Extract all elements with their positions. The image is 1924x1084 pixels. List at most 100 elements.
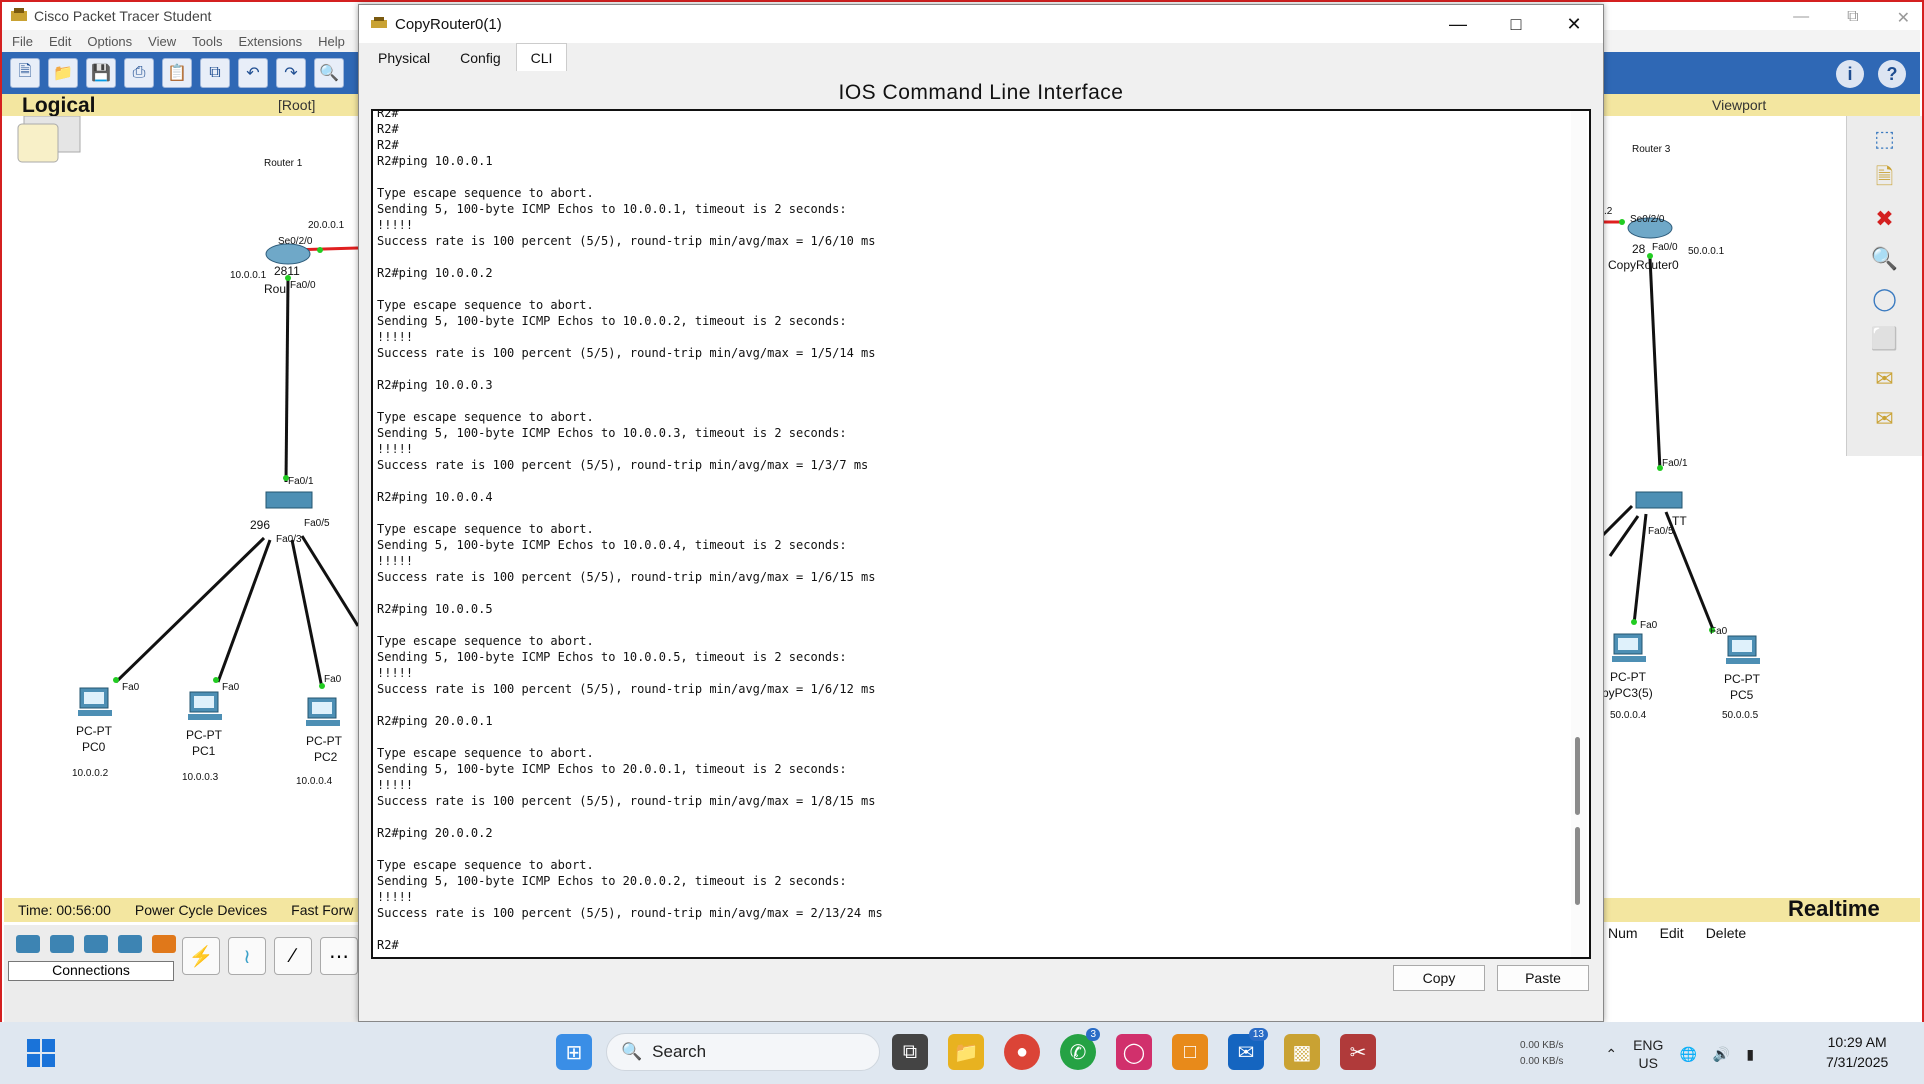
root-label[interactable]: [Root] (278, 97, 315, 113)
dialog-maximize-icon[interactable]: □ (1487, 5, 1545, 43)
power-cycle-button[interactable]: Power Cycle Devices (135, 902, 267, 918)
topology-canvas-left[interactable]: Router 1 Se0/2/0 20.0.0.1 10.0.0.1 2811 … (2, 116, 362, 881)
copy-button[interactable]: Copy (1393, 965, 1485, 991)
sim-time: Time: 00:56:00 (18, 902, 111, 918)
language-indicator[interactable]: ENG US (1633, 1036, 1663, 1072)
task-view-icon[interactable]: ⧉ (892, 1034, 928, 1070)
app-restore-icon[interactable]: ⧉ (1847, 8, 1858, 28)
terminal-output: R2# R2# R2# R2#ping 10.0.0.1 Type escape se… (377, 111, 883, 953)
activity-wizard-icon[interactable]: 📋 (162, 58, 192, 88)
delete-tool-icon[interactable]: ✖ (1865, 202, 1905, 236)
help-icon[interactable]: ? (1878, 60, 1906, 88)
auto-connection-icon[interactable]: ⚡ (182, 937, 220, 975)
menu-view[interactable]: View (148, 34, 176, 49)
redo-icon[interactable]: ↷ (276, 58, 306, 88)
terminal-line: R2# (377, 138, 399, 152)
routers-category-icon[interactable] (16, 935, 40, 953)
select-tool-icon[interactable]: ⬚ (1865, 122, 1905, 156)
tab-physical[interactable]: Physical (363, 43, 445, 71)
terminal-scroll-thumb-lower[interactable] (1575, 827, 1580, 905)
packet-tracer-task-icon[interactable]: ▩ (1284, 1034, 1320, 1070)
undo-icon[interactable]: ↶ (238, 58, 268, 88)
globe-icon[interactable]: 🌐 (1679, 1046, 1696, 1063)
dialog-minimize-icon[interactable]: — (1429, 5, 1487, 43)
draw-shape-icon[interactable]: ◯ (1865, 282, 1905, 316)
copy-icon[interactable]: ⧉ (200, 58, 230, 88)
add-complex-pdu-icon[interactable]: ✉ (1865, 402, 1905, 436)
straight-cable-icon[interactable]: ∕ (274, 937, 312, 975)
terminal-scrollbar[interactable] (1571, 111, 1587, 957)
resize-shape-icon[interactable]: ⬜ (1865, 322, 1905, 356)
inspect-tool-icon[interactable]: 🔍 (1865, 242, 1905, 276)
terminal-line: !!!!! (377, 554, 414, 568)
wireless-category-icon[interactable] (118, 935, 142, 953)
connections-category-icon[interactable] (152, 935, 176, 953)
menu-extensions[interactable]: Extensions (238, 34, 302, 49)
tab-config[interactable]: Config (445, 43, 515, 71)
info-icon[interactable]: i (1836, 60, 1864, 88)
switches-category-icon[interactable] (50, 935, 74, 953)
paste-button[interactable]: Paste (1497, 965, 1589, 991)
menu-edit[interactable]: Edit (49, 34, 71, 49)
outlook-badge: 13 (1248, 1028, 1268, 1041)
terminal-scroll-thumb-upper[interactable] (1575, 737, 1580, 815)
pc3-icon[interactable] (1610, 632, 1650, 666)
zoom-in-icon[interactable]: 🔍 (314, 58, 344, 88)
windows-logo-icon[interactable]: ⊞ (556, 1034, 592, 1070)
new-file-icon[interactable]: 🗎 (10, 58, 40, 88)
app-orange-icon[interactable]: □ (1172, 1034, 1208, 1070)
menu-tools[interactable]: Tools (192, 34, 222, 49)
windows-start-icon[interactable] (26, 1038, 56, 1068)
pc0-icon[interactable] (76, 686, 116, 720)
battery-icon[interactable]: ▮ (1746, 1046, 1754, 1063)
pc5-icon[interactable] (1724, 634, 1764, 668)
print-icon[interactable]: ⎙ (124, 58, 154, 88)
terminal-line: R2#ping 10.0.0.3 (377, 378, 493, 392)
menu-help[interactable]: Help (318, 34, 345, 49)
cross-cable-icon[interactable]: ⋯ (320, 937, 358, 975)
clock-date: 7/31/2025 (1826, 1054, 1889, 1070)
search-icon: 🔍 (621, 1042, 643, 1061)
hubs-category-icon[interactable] (84, 935, 108, 953)
router1-ip-serial: 20.0.0.1 (308, 220, 345, 231)
snipping-tool-icon[interactable]: ✂ (1340, 1034, 1376, 1070)
common-tools-bar: ⬚ 🗎 ✖ 🔍 ◯ ⬜ ✉ ✉ (1846, 116, 1922, 456)
app-close-icon[interactable]: ✕ (1897, 8, 1910, 28)
router-window-icon (371, 17, 387, 28)
pc2-icon[interactable] (304, 696, 344, 730)
menu-options[interactable]: Options (87, 34, 132, 49)
file-explorer-icon[interactable]: 📁 (948, 1034, 984, 1070)
viewport-label[interactable]: Viewport (1712, 97, 1766, 113)
fast-forward-button[interactable]: Fast Forw (291, 902, 353, 918)
taskbar-search[interactable]: 🔍 Search (606, 1033, 880, 1071)
realtime-mode-label[interactable]: Realtime (1788, 896, 1880, 922)
app-minimize-icon[interactable]: — (1793, 8, 1809, 28)
volume-icon[interactable]: 🔊 (1713, 1046, 1730, 1063)
outlook-icon[interactable]: ✉ 13 (1228, 1028, 1268, 1070)
menu-file[interactable]: File (12, 34, 33, 49)
terminal-line: R2# (377, 122, 399, 136)
cli-terminal[interactable]: R2# R2# R2# R2#ping 10.0.0.1 Type escape se… (371, 109, 1591, 959)
dialog-close-icon[interactable]: ✕ (1545, 5, 1603, 43)
note-tool-icon[interactable]: 🗎 (1865, 162, 1905, 196)
save-icon[interactable]: 💾 (86, 58, 116, 88)
terminal-line: R2#ping 20.0.0.2 (377, 826, 493, 840)
pc1-icon[interactable] (186, 690, 226, 724)
taskbar-clock[interactable]: 10:29 AM 7/31/2025 (1826, 1032, 1888, 1072)
chrome-icon[interactable]: ● (1004, 1034, 1040, 1070)
open-folder-icon[interactable]: 📁 (48, 58, 78, 88)
topology-canvas-right[interactable]: Router 3 .2 Se0/2/0 28 Fa0/0 50.0.0.1 Co… (1602, 116, 1842, 881)
logical-workspace-label[interactable]: Logical (22, 94, 96, 118)
whatsapp-icon[interactable]: ✆ 3 (1060, 1028, 1100, 1070)
pc1-name: PC1 (192, 744, 216, 758)
add-simple-pdu-icon[interactable]: ✉ (1865, 362, 1905, 396)
tab-cli[interactable]: CLI (515, 43, 568, 71)
chevron-up-icon[interactable]: ⌃ (1605, 1046, 1617, 1063)
instagram-icon[interactable]: ◯ (1116, 1034, 1152, 1070)
switch-port-fa05: Fa0/5 (304, 518, 330, 529)
console-cable-icon[interactable]: ≀ (228, 937, 266, 975)
